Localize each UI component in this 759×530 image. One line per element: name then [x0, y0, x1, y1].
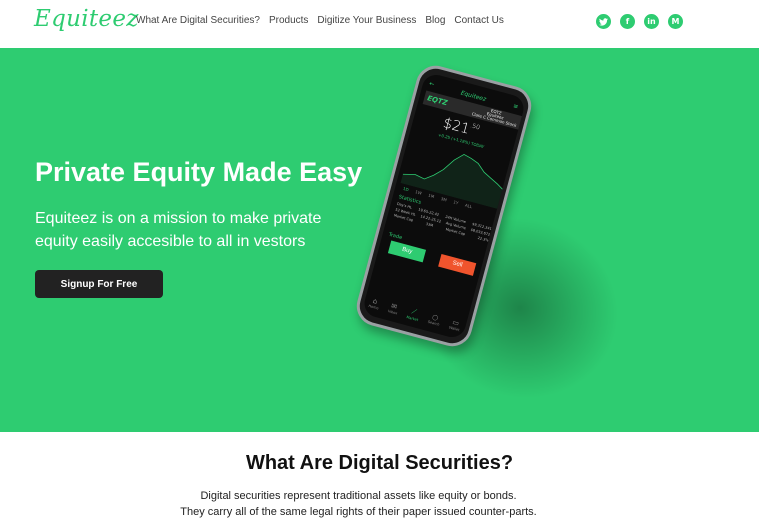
range-1w[interactable]: 1W: [415, 189, 423, 196]
range-1m[interactable]: 1M: [428, 193, 435, 199]
nav-link-digitize-business[interactable]: Digitize Your Business: [317, 15, 416, 26]
nav-link-digital-securities[interactable]: What Are Digital Securities?: [136, 15, 260, 26]
range-1d[interactable]: 1D: [403, 186, 410, 192]
facebook-icon[interactable]: f: [620, 14, 635, 29]
tab-label: Market: [405, 315, 419, 323]
hero-title: Private Equity Made Easy: [35, 157, 363, 187]
twitter-icon[interactable]: [596, 14, 611, 29]
tab-search[interactable]: ○ Search: [427, 312, 442, 328]
tab-wallet[interactable]: ▭ Wallet: [448, 318, 462, 333]
nav-link-products[interactable]: Products: [269, 15, 308, 26]
range-1y[interactable]: 1Y: [453, 199, 459, 205]
nav-link-blog[interactable]: Blog: [425, 15, 445, 26]
hero-section: Private Equity Made Easy Equiteez is on …: [0, 48, 759, 432]
social-links: f in M: [596, 14, 683, 29]
tab-label: Home: [367, 303, 379, 311]
price-decimal: .50: [469, 122, 481, 132]
medium-icon[interactable]: M: [668, 14, 683, 29]
top-nav: Equiteez What Are Digital Securities? Pr…: [0, 0, 759, 48]
buy-button[interactable]: Buy: [387, 240, 427, 263]
tab-label: Search: [427, 319, 440, 327]
ticker: EQTZ: [426, 94, 449, 108]
section-title: What Are Digital Securities?: [245, 452, 514, 474]
main-menu: What Are Digital Securities? Products Di…: [136, 15, 513, 26]
logo[interactable]: Equiteez: [34, 6, 139, 32]
stat-value: 33M: [425, 221, 434, 228]
section-line-2: They carry all of the same legal rights …: [180, 506, 537, 518]
tab-market[interactable]: ⟋ Market: [406, 306, 421, 322]
phone-tab-bar: ⌂ Home ✉ Inbox ⟋ Market ○ Search ▭ Wallet: [363, 295, 467, 334]
stats-table: Day's HL 19.65-22.42 24H Volume $9,312,3…: [393, 201, 492, 244]
section-description: Digital securities represent traditional…: [0, 488, 717, 520]
section-line-1: Digital securities represent traditional…: [200, 490, 517, 502]
linkedin-icon[interactable]: in: [644, 14, 659, 29]
tab-home[interactable]: ⌂ Home: [368, 296, 381, 311]
nav-link-contact[interactable]: Contact Us: [454, 15, 503, 26]
range-all[interactable]: ALL: [464, 203, 472, 210]
sell-button[interactable]: Sell: [438, 253, 477, 276]
trade-title: Trade: [387, 231, 403, 242]
range-3m[interactable]: 3M: [440, 196, 447, 202]
tab-inbox[interactable]: ✉ Inbox: [387, 301, 400, 316]
hero-subtitle: Equiteez is on a mission to make private…: [35, 210, 322, 250]
signup-button[interactable]: Signup For Free: [35, 270, 163, 298]
